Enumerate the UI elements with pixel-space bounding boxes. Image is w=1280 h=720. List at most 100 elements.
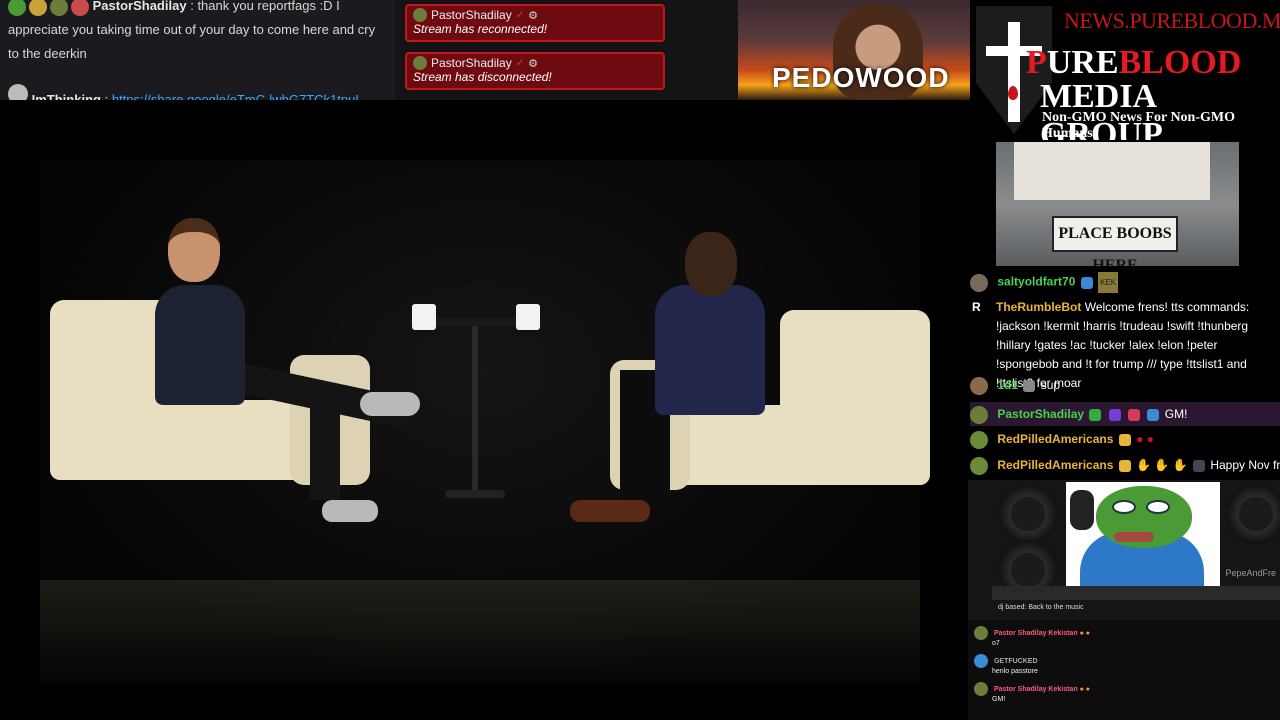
chat-username[interactable]: 1d1 (997, 378, 1018, 392)
kek-badge: KEK (1098, 272, 1119, 293)
progress-bar (992, 586, 1280, 600)
avatar (970, 273, 988, 292)
chat-message-row: GETFUCKED henlo passtore (974, 654, 1038, 675)
notification-disconnected: PastorShadilay ✓ ⚙ Stream has disconnect… (405, 52, 665, 90)
chat-message: Happy Nov fren (1210, 458, 1280, 472)
chat-username[interactable]: RedPilledAmericans (997, 458, 1113, 472)
chat-username[interactable]: ImThinking (32, 92, 101, 100)
rumble-chat: saltyoldfart70 KEK R TheRumbleBot Welcom… (968, 268, 1280, 480)
notification-message: Stream has reconnected! (413, 22, 548, 36)
avatar (970, 376, 988, 395)
chat-message-row: RedPilledAmericans ● ● (970, 430, 1280, 449)
video-thumbnail[interactable]: PEDOWOOD (738, 0, 970, 100)
avatar (974, 626, 988, 640)
chat-message-row: Pastor Shadilay Kekistan ● ● GM! (974, 682, 1090, 703)
badge-icon (1023, 379, 1036, 392)
chat-message-row: PastorShadilay : thank you reportfags :D… (8, 0, 387, 66)
gear-icon[interactable]: ⚙ (528, 9, 538, 22)
strawberry-icon: ● (1146, 432, 1154, 446)
sign-image: PLACE BOOBS HERE (996, 142, 1239, 266)
pepe-image (1066, 482, 1220, 586)
host-right (655, 285, 765, 415)
user-badges (8, 0, 89, 16)
chat-username[interactable]: GETFUCKED (994, 658, 1038, 665)
speaker-icon (1226, 484, 1280, 544)
chat-separator: : (104, 92, 109, 100)
chat-username[interactable]: Pastor Shadilay Kekistan (994, 686, 1078, 693)
gear-icon[interactable]: ⚙ (528, 57, 538, 70)
badge-icon (71, 0, 89, 16)
chat-message-row: ImThinking : https://share.google/eTmC-l… (8, 84, 387, 100)
main-video[interactable] (0, 100, 968, 720)
strawberry-icon: ● (1136, 432, 1144, 446)
wave-hand-icon: ✋ (1136, 458, 1152, 472)
music-panel: PepeAndFre dj based: Back to the music (968, 480, 1280, 620)
chat-username[interactable]: PastorShadilay (997, 407, 1084, 421)
chat-username[interactable]: PastorShadilay (93, 0, 187, 13)
now-playing-caption: dj based: Back to the music (998, 604, 1084, 611)
mug-icon (412, 304, 436, 330)
wave-hand-icon: ✋ (1154, 458, 1170, 472)
wave-hand-icon: ✋ (1172, 458, 1188, 472)
chat-message-row: Pastor Shadilay Kekistan ● ● o7 (974, 626, 1090, 647)
badge-icon: ● ● (1079, 685, 1090, 693)
rumble-icon: R (972, 300, 981, 314)
chat-message: o7 (992, 640, 1000, 647)
sign-text: PLACE BOOBS HERE (1052, 216, 1178, 266)
pureblood-logo: NEWS.PUREBLOOD.MEDIA PUREBLOOD MEDIA GRO… (970, 0, 1280, 140)
chat-message: GM! (992, 696, 1006, 703)
badge-icon (50, 0, 68, 16)
chat-username[interactable]: RedPilledAmericans (997, 432, 1113, 446)
speaker-icon (998, 484, 1058, 544)
chat-username[interactable]: saltyoldfart70 (997, 275, 1075, 289)
chat-link[interactable]: https://share.google/eTmC-lwbG7TCk1tpuL (112, 92, 363, 100)
mug-icon (516, 304, 540, 330)
chat-separator: : (190, 0, 194, 13)
logo-site: NEWS.PUREBLOOD.MEDIA (1064, 8, 1280, 33)
avatar (970, 405, 988, 424)
stream-notifications: PastorShadilay ✓ ⚙ Stream has reconnecte… (395, 0, 738, 100)
badge-icon (29, 0, 47, 16)
verified-check-icon: ✓ (515, 9, 525, 21)
chat-message-row: saltyoldfart70 KEK (970, 272, 1280, 293)
chat-message: henlo passtore (992, 668, 1038, 675)
badge-icon (1089, 408, 1102, 421)
badge-icon (1108, 408, 1121, 421)
chat-message: GM! (1164, 407, 1188, 421)
avatar (1192, 459, 1205, 472)
avatar (8, 84, 28, 100)
badge-icon (1080, 276, 1093, 289)
thumbnail-text: PEDOWOOD (772, 62, 950, 93)
chat-username[interactable]: TheRumbleBot (996, 300, 1081, 314)
chat-message-row-highlighted: PastorShadilay GM! (970, 402, 1280, 426)
notification-user: PastorShadilay (431, 8, 512, 22)
avatar (974, 654, 988, 668)
logo-line1: PUREBLOOD (1026, 44, 1242, 81)
interview-scene (40, 160, 930, 684)
top-chat-panel: PastorShadilay : thank you reportfags :D… (0, 0, 395, 100)
notification-reconnected: PastorShadilay ✓ ⚙ Stream has reconnecte… (405, 4, 665, 42)
badge-icon (1118, 459, 1131, 472)
avatar (413, 8, 427, 22)
avatar (970, 430, 988, 449)
badge-icon (8, 0, 26, 16)
chat-message-row: 1d1 sup (970, 376, 1280, 395)
notification-header: PastorShadilay ✓ ⚙ (413, 56, 657, 70)
headphones-icon (1070, 490, 1094, 530)
avatar (970, 456, 988, 475)
badge-icon (1128, 408, 1141, 421)
blood-drop-icon (1008, 86, 1018, 100)
badge-icon: ● ● (1079, 629, 1090, 637)
avatar (413, 56, 427, 70)
badge-icon (1147, 408, 1160, 421)
badge-icon (1118, 433, 1131, 446)
kick-chat: Pastor Shadilay Kekistan ● ● o7 GETFUCKE… (968, 620, 1280, 720)
guest-left (155, 285, 245, 405)
notification-message: Stream has disconnected! (413, 70, 552, 84)
chat-message-row: RedPilledAmericans ✋ ✋ ✋ Happy Nov fren (970, 456, 1280, 475)
panel-label: PepeAndFre (1225, 568, 1276, 578)
chat-message: sup (1040, 378, 1061, 392)
notification-header: PastorShadilay ✓ ⚙ (413, 8, 657, 22)
cross-icon (1008, 22, 1020, 122)
chat-username[interactable]: Pastor Shadilay Kekistan (994, 630, 1078, 637)
